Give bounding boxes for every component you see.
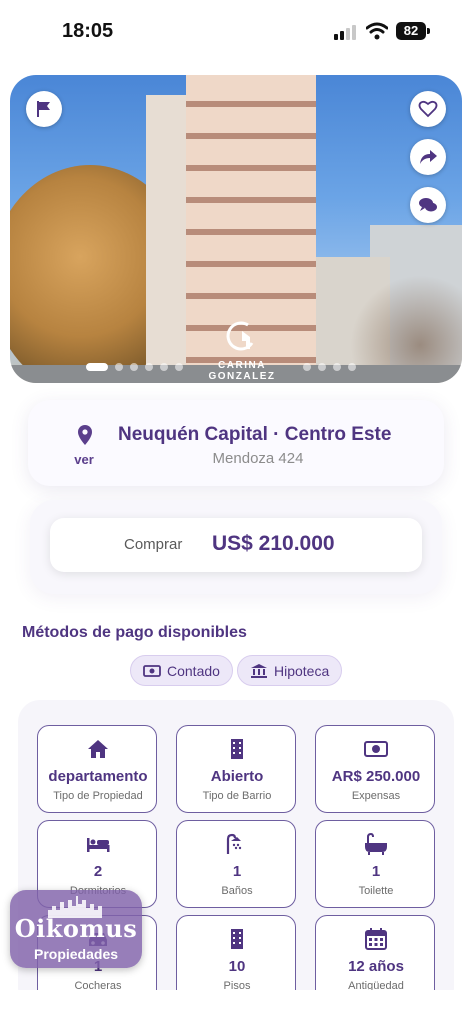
price-card: Comprar US$ 210.000 xyxy=(50,518,422,572)
gallery-dot[interactable] xyxy=(175,363,183,371)
payment-chip-hipoteca: Hipoteca xyxy=(237,655,343,686)
status-time: 18:05 xyxy=(62,20,114,42)
home-icon xyxy=(88,740,108,758)
gallery-dot[interactable] xyxy=(115,363,123,371)
share-icon xyxy=(420,150,437,164)
feature-label: Baños xyxy=(221,885,253,897)
feature-label: Tipo de Propiedad xyxy=(53,790,143,802)
location-address: Mendoza 424 xyxy=(212,450,304,467)
property-photo-gallery[interactable]: CARINA GONZALEZ xyxy=(10,75,462,383)
chat-icon xyxy=(419,198,437,212)
brand-name: Oikomus xyxy=(14,914,138,943)
battery-icon: 82 xyxy=(396,22,430,40)
bank-icon xyxy=(251,663,267,678)
chat-button[interactable] xyxy=(410,187,446,223)
cash-icon xyxy=(143,664,161,677)
shower-icon xyxy=(226,833,242,854)
building-icon xyxy=(231,739,243,759)
gallery-dot[interactable] xyxy=(348,363,356,371)
location-title: Neuquén Capital · Centro Este xyxy=(118,424,392,445)
feature-label: Toilette xyxy=(358,885,394,897)
battery-level: 82 xyxy=(396,22,426,40)
feature-label: Expensas xyxy=(351,790,401,802)
feature-value: 12 años xyxy=(348,958,404,975)
gallery-dot[interactable] xyxy=(145,363,153,371)
payment-chip-label: Hipoteca xyxy=(274,662,330,679)
brand-badge[interactable]: Oikomus Propiedades xyxy=(10,890,142,968)
payment-methods-title: Métodos de pago disponibles xyxy=(22,624,247,641)
location-card: ver Neuquén Capital · Centro Este Mendoz… xyxy=(28,400,444,486)
payment-chip-label: Contado xyxy=(167,662,220,679)
feature-value: Abierto xyxy=(210,768,264,785)
feature-value: 1 xyxy=(371,863,381,880)
calendar-icon xyxy=(365,928,387,950)
gallery-dot[interactable] xyxy=(333,363,341,371)
feature-value: 2 xyxy=(93,863,103,880)
feature-value: 10 xyxy=(228,958,246,975)
feature-value: 1 xyxy=(232,863,242,880)
gallery-dot[interactable] xyxy=(303,363,311,371)
feature-toilette: 1 Toilette xyxy=(315,820,435,908)
flag-icon xyxy=(37,101,50,117)
heart-icon xyxy=(418,100,438,118)
feature-value: AR$ 250.000 xyxy=(331,768,421,785)
bed-icon xyxy=(87,838,110,852)
operation-label: Comprar xyxy=(124,536,183,553)
signal-icon xyxy=(334,24,360,40)
report-button[interactable] xyxy=(26,91,62,127)
feature-bathrooms: 1 Baños xyxy=(176,820,296,908)
payment-chip-contado: Contado xyxy=(130,655,233,686)
feature-expenses: AR$ 250.000 Expensas xyxy=(315,725,435,813)
gallery-dot[interactable] xyxy=(318,363,326,371)
gallery-dot[interactable] xyxy=(160,363,168,371)
price-section: Comprar US$ 210.000 xyxy=(30,500,442,594)
building-icon xyxy=(231,929,243,949)
gallery-dot[interactable] xyxy=(130,363,138,371)
bathtub-icon xyxy=(365,833,387,855)
cash-icon xyxy=(364,741,388,757)
favorite-button[interactable] xyxy=(410,91,446,127)
brand-subtitle: Propiedades xyxy=(33,946,119,962)
status-bar: 18:05 82 xyxy=(0,0,472,60)
price-value: US$ 210.000 xyxy=(212,532,335,555)
wifi-icon xyxy=(366,22,388,40)
gallery-pagination xyxy=(86,363,386,373)
feature-label: Tipo de Barrio xyxy=(202,790,272,802)
feature-value: departamento xyxy=(48,768,148,785)
feature-property-type: departamento Tipo de Propiedad xyxy=(37,725,157,813)
location-pin-icon xyxy=(78,425,92,445)
gallery-dot[interactable] xyxy=(86,363,108,371)
feature-neighborhood-type: Abierto Tipo de Barrio xyxy=(176,725,296,813)
agency-logo-icon xyxy=(226,321,254,351)
share-button[interactable] xyxy=(410,139,446,175)
